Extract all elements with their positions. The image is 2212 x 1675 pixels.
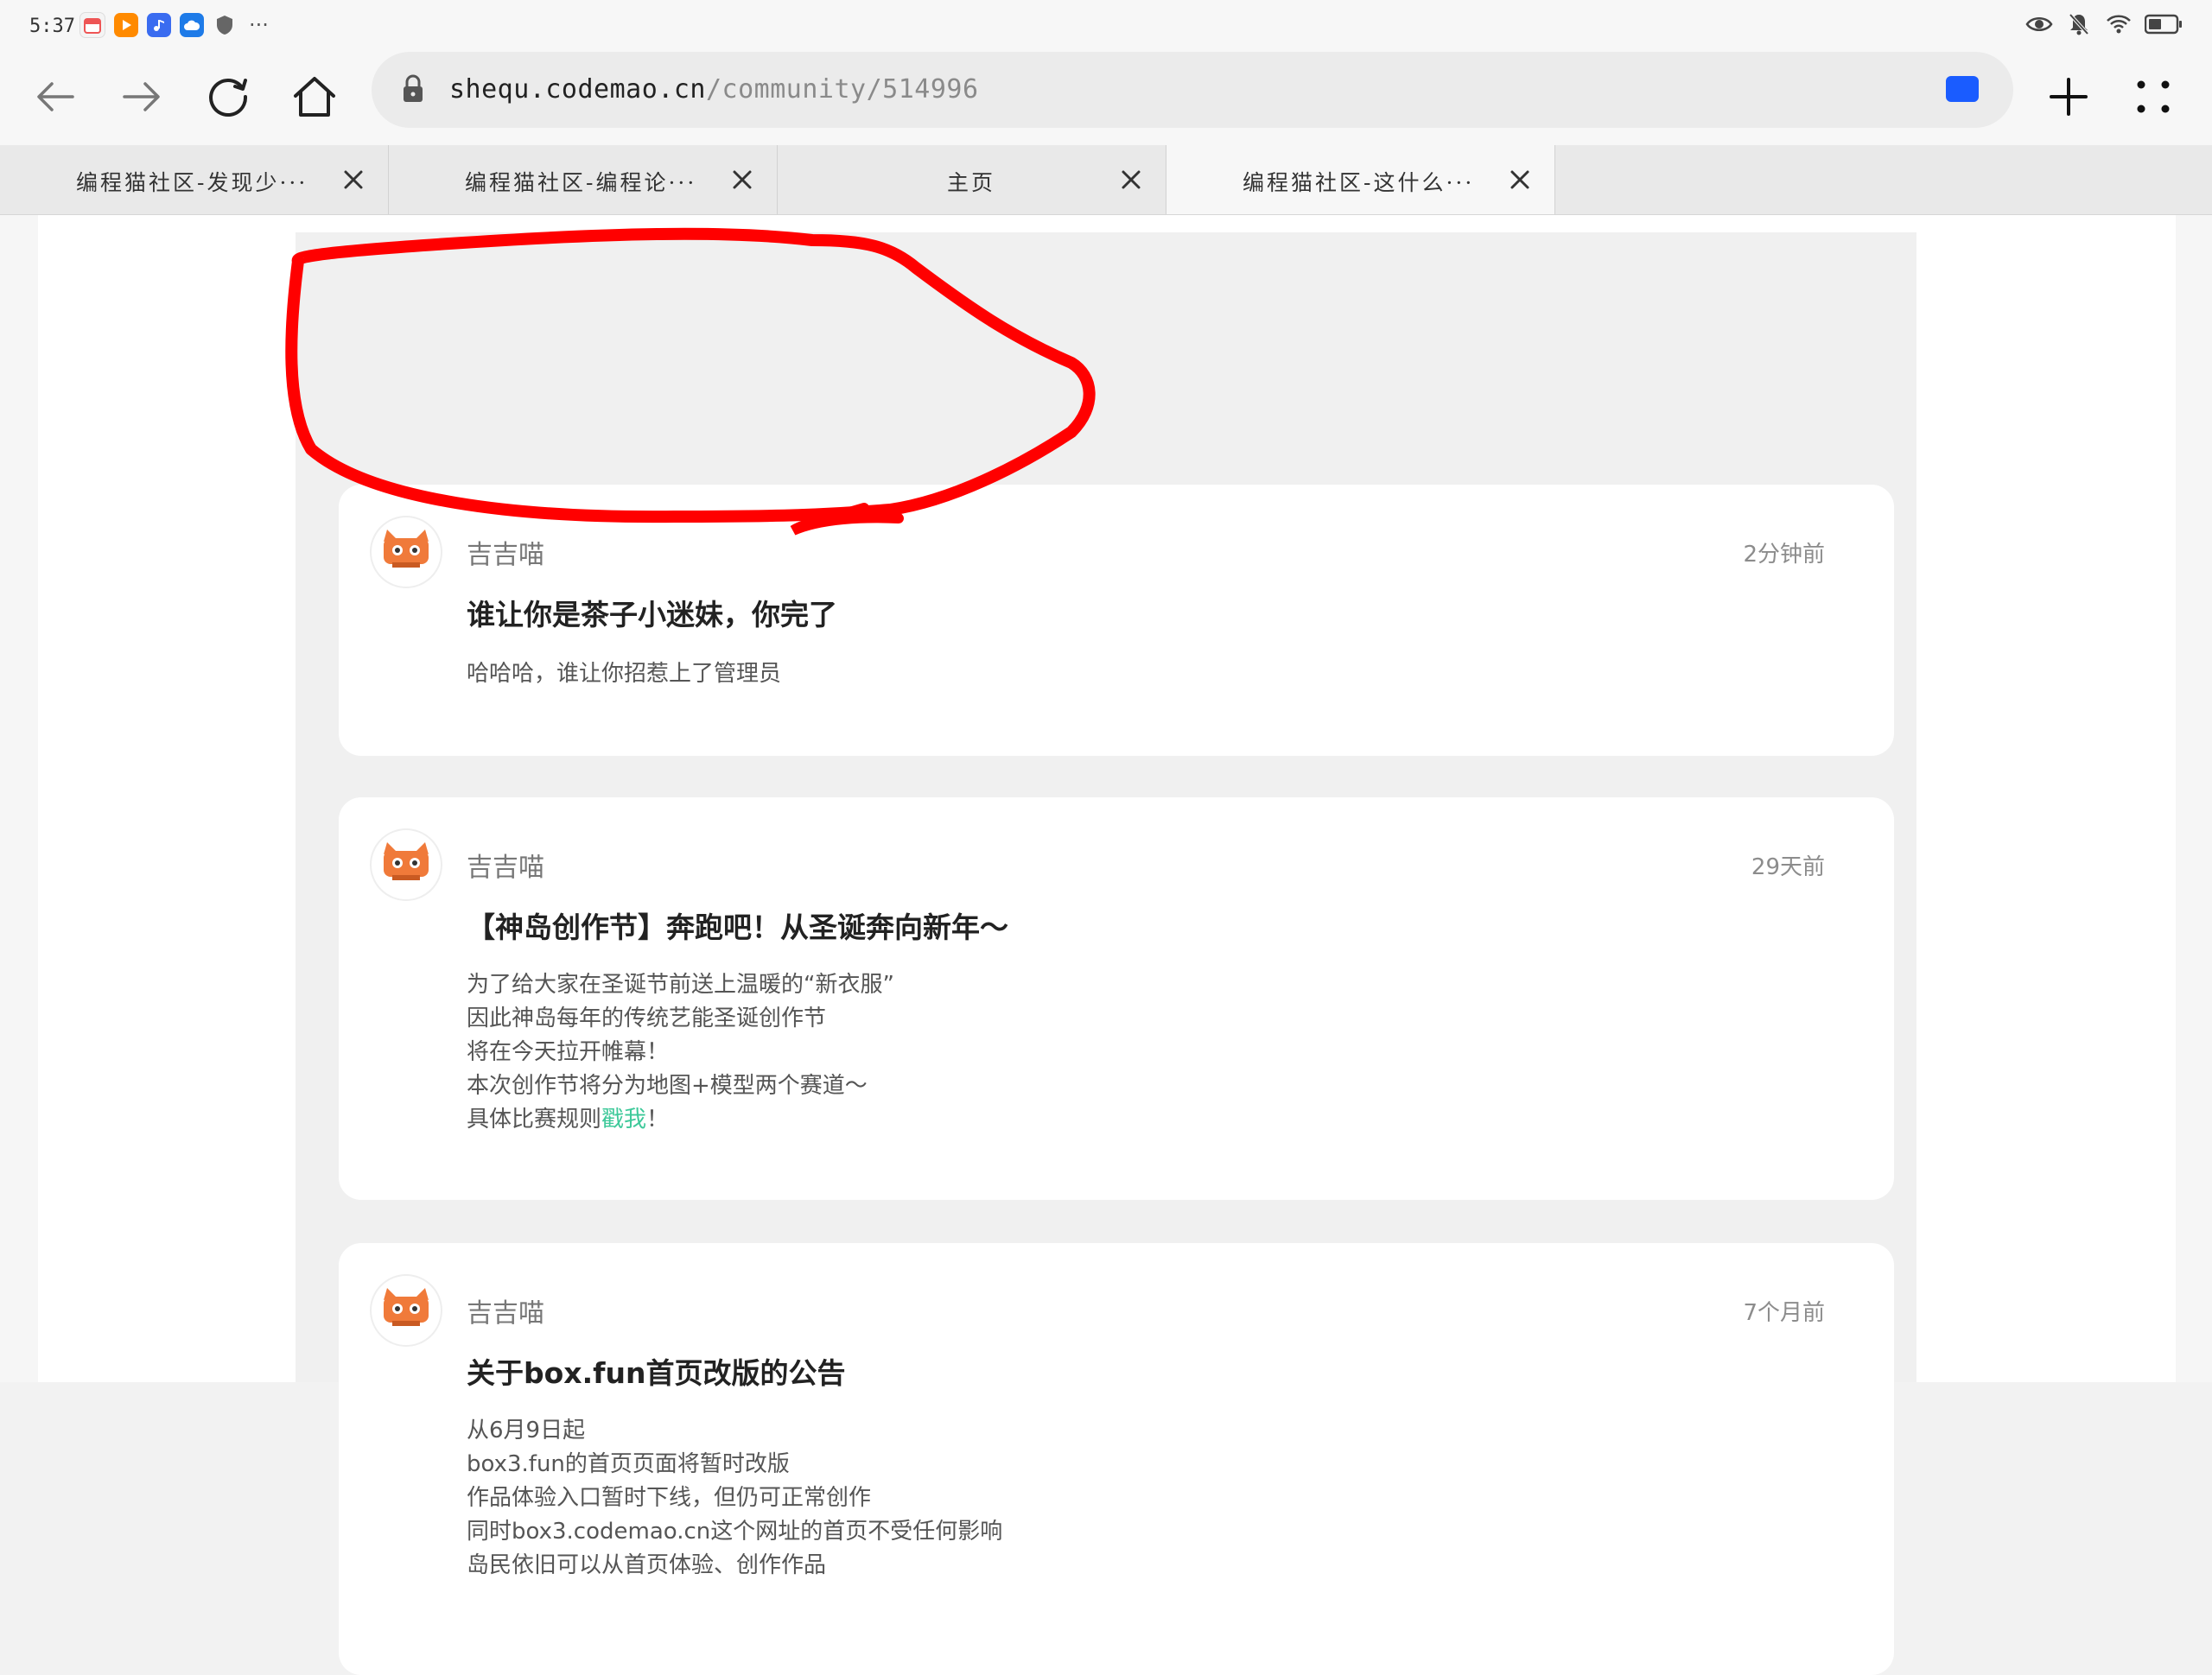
- post-body-line: 作品体验入口暂时下线，但仍可正常创作: [467, 1485, 872, 1511]
- address-bar[interactable]: shequ.codemao.cn/community/514996: [372, 52, 2013, 128]
- shield-app-icon: [213, 13, 237, 37]
- grid-menu-icon: [2137, 80, 2170, 113]
- post-body-line: 同时box3.codemao.cn这个网址的首页不受任何影响: [467, 1519, 1003, 1545]
- music-app-icon: [147, 13, 171, 37]
- status-bar: 5:37 ···: [0, 0, 2212, 48]
- post-body-line: 岛民依旧可以从首页体验、创作作品: [467, 1552, 827, 1578]
- post-card[interactable]: 吉吉喵 29天前 【神岛创作节】奔跑吧！从圣诞奔向新年～ 为了给大家在圣诞节前送…: [339, 797, 1894, 1200]
- lock-icon: [404, 74, 423, 102]
- tab-home[interactable]: 主页: [778, 145, 1166, 214]
- browser-toolbar: shequ.codemao.cn/community/514996: [0, 48, 2212, 145]
- home-button[interactable]: [283, 66, 346, 128]
- eye-icon: [2025, 12, 2053, 36]
- cat-avatar-icon: [384, 1288, 429, 1326]
- tab-close-button[interactable]: [727, 164, 758, 195]
- tab-discover[interactable]: 编程猫社区-发现少···: [0, 145, 389, 214]
- post-body: 为了给大家在圣诞节前送上温暖的“新衣服” 因此神岛每年的传统艺能圣诞创作节 将在…: [467, 968, 894, 1137]
- tab-close-button[interactable]: [338, 164, 369, 195]
- cat-avatar-icon: [384, 842, 429, 880]
- new-tab-button[interactable]: [2037, 66, 2100, 128]
- back-button[interactable]: [24, 66, 86, 128]
- tab-title: 编程猫社区-编程论···: [465, 170, 697, 195]
- post-time: 7个月前: [1743, 1300, 1825, 1326]
- reload-button[interactable]: [197, 66, 259, 128]
- forward-button[interactable]: [111, 66, 173, 128]
- close-icon: [344, 170, 363, 189]
- post-body-text: 具体比赛规则: [467, 1107, 602, 1133]
- post-body-line: 本次创作节将分为地图+模型两个赛道～: [467, 1073, 868, 1099]
- tab-close-button[interactable]: [1116, 164, 1147, 195]
- post-body-line: 具体比赛规则戳我！: [467, 1103, 894, 1137]
- tab-current-post[interactable]: 编程猫社区-这什么···: [1166, 145, 1555, 214]
- author-avatar[interactable]: [370, 828, 442, 901]
- menu-button[interactable]: [2122, 66, 2184, 128]
- screen-cast-icon[interactable]: [1946, 76, 1979, 102]
- status-time: 5:37: [29, 16, 75, 37]
- announcement-feed: 吉吉喵 2分钟前 谁让你是茶子小迷妹，你完了 哈哈哈，谁让你招惹上了管理员 吉吉…: [296, 232, 1916, 1675]
- forward-arrow-icon: [123, 82, 160, 111]
- tab-close-button[interactable]: [1504, 164, 1535, 195]
- url-path: /community/514996: [705, 74, 979, 105]
- back-arrow-icon: [37, 82, 74, 111]
- plus-icon: [2050, 78, 2088, 116]
- tab-title: 编程猫社区-这什么···: [1243, 170, 1475, 195]
- status-app-icons: ···: [79, 12, 269, 38]
- tab-bar: 编程猫社区-发现少··· 编程猫社区-编程论··· 主页 编程猫社区-这什么··…: [0, 145, 2212, 215]
- post-title[interactable]: 【神岛创作节】奔跑吧！从圣诞奔向新年～: [467, 904, 1008, 946]
- post-body-line: 哈哈哈，谁让你招惹上了管理员: [467, 661, 782, 687]
- post-card[interactable]: 吉吉喵 2分钟前 谁让你是茶子小迷妹，你完了 哈哈哈，谁让你招惹上了管理员: [339, 485, 1894, 756]
- author-name[interactable]: 吉吉喵: [467, 533, 544, 571]
- url-host: shequ.codemao.cn: [449, 74, 706, 105]
- tab-title: 主页: [947, 170, 996, 195]
- post-body: 哈哈哈，谁让你招惹上了管理员: [467, 657, 781, 691]
- author-name[interactable]: 吉吉喵: [467, 1291, 544, 1329]
- mute-bell-icon: [2065, 12, 2093, 36]
- wifi-icon: [2105, 12, 2133, 36]
- close-icon: [1510, 170, 1529, 189]
- post-time: 29天前: [1751, 854, 1825, 880]
- calendar-app-icon: [79, 12, 105, 38]
- post-card[interactable]: 吉吉喵 7个月前 关于box.fun首页改版的公告 从6月9日起 box3.fu…: [339, 1243, 1894, 1675]
- rules-link[interactable]: 戳我: [601, 1107, 646, 1133]
- video-app-icon: [114, 13, 138, 37]
- author-avatar[interactable]: [370, 516, 442, 588]
- cat-avatar-icon: [384, 530, 429, 568]
- web-page: 吉吉喵 2分钟前 谁让你是茶子小迷妹，你完了 哈哈哈，谁让你招惹上了管理员 吉吉…: [0, 215, 2212, 1675]
- home-icon: [294, 77, 335, 117]
- post-body-line: 将在今天拉开帷幕！: [467, 1039, 670, 1065]
- more-notifications-icon: ···: [249, 13, 269, 37]
- cloud-app-icon: [180, 13, 204, 37]
- post-body-line: 因此神岛每年的传统艺能圣诞创作节: [467, 1006, 827, 1031]
- url-text[interactable]: shequ.codemao.cn/community/514996: [449, 74, 979, 105]
- post-body-line: 从6月9日起: [467, 1418, 586, 1443]
- post-time: 2分钟前: [1743, 542, 1825, 568]
- post-body: 从6月9日起 box3.fun的首页页面将暂时改版 作品体验入口暂时下线，但仍可…: [467, 1414, 1002, 1583]
- reload-icon: [209, 79, 248, 117]
- tab-forum[interactable]: 编程猫社区-编程论···: [389, 145, 778, 214]
- author-name[interactable]: 吉吉喵: [467, 846, 544, 884]
- author-avatar[interactable]: [370, 1274, 442, 1347]
- close-icon: [733, 170, 752, 189]
- post-body-line: 为了给大家在圣诞节前送上温暖的“新衣服”: [467, 972, 894, 998]
- post-title[interactable]: 关于box.fun首页改版的公告: [467, 1350, 845, 1392]
- tab-title: 编程猫社区-发现少···: [76, 170, 308, 195]
- battery-icon: [2145, 12, 2183, 36]
- post-title[interactable]: 谁让你是茶子小迷妹，你完了: [467, 592, 837, 633]
- status-indicators: [2025, 12, 2183, 36]
- close-icon: [1122, 170, 1141, 189]
- post-body-line: box3.fun的首页页面将暂时改版: [467, 1451, 790, 1477]
- post-body-text: ！: [646, 1107, 670, 1133]
